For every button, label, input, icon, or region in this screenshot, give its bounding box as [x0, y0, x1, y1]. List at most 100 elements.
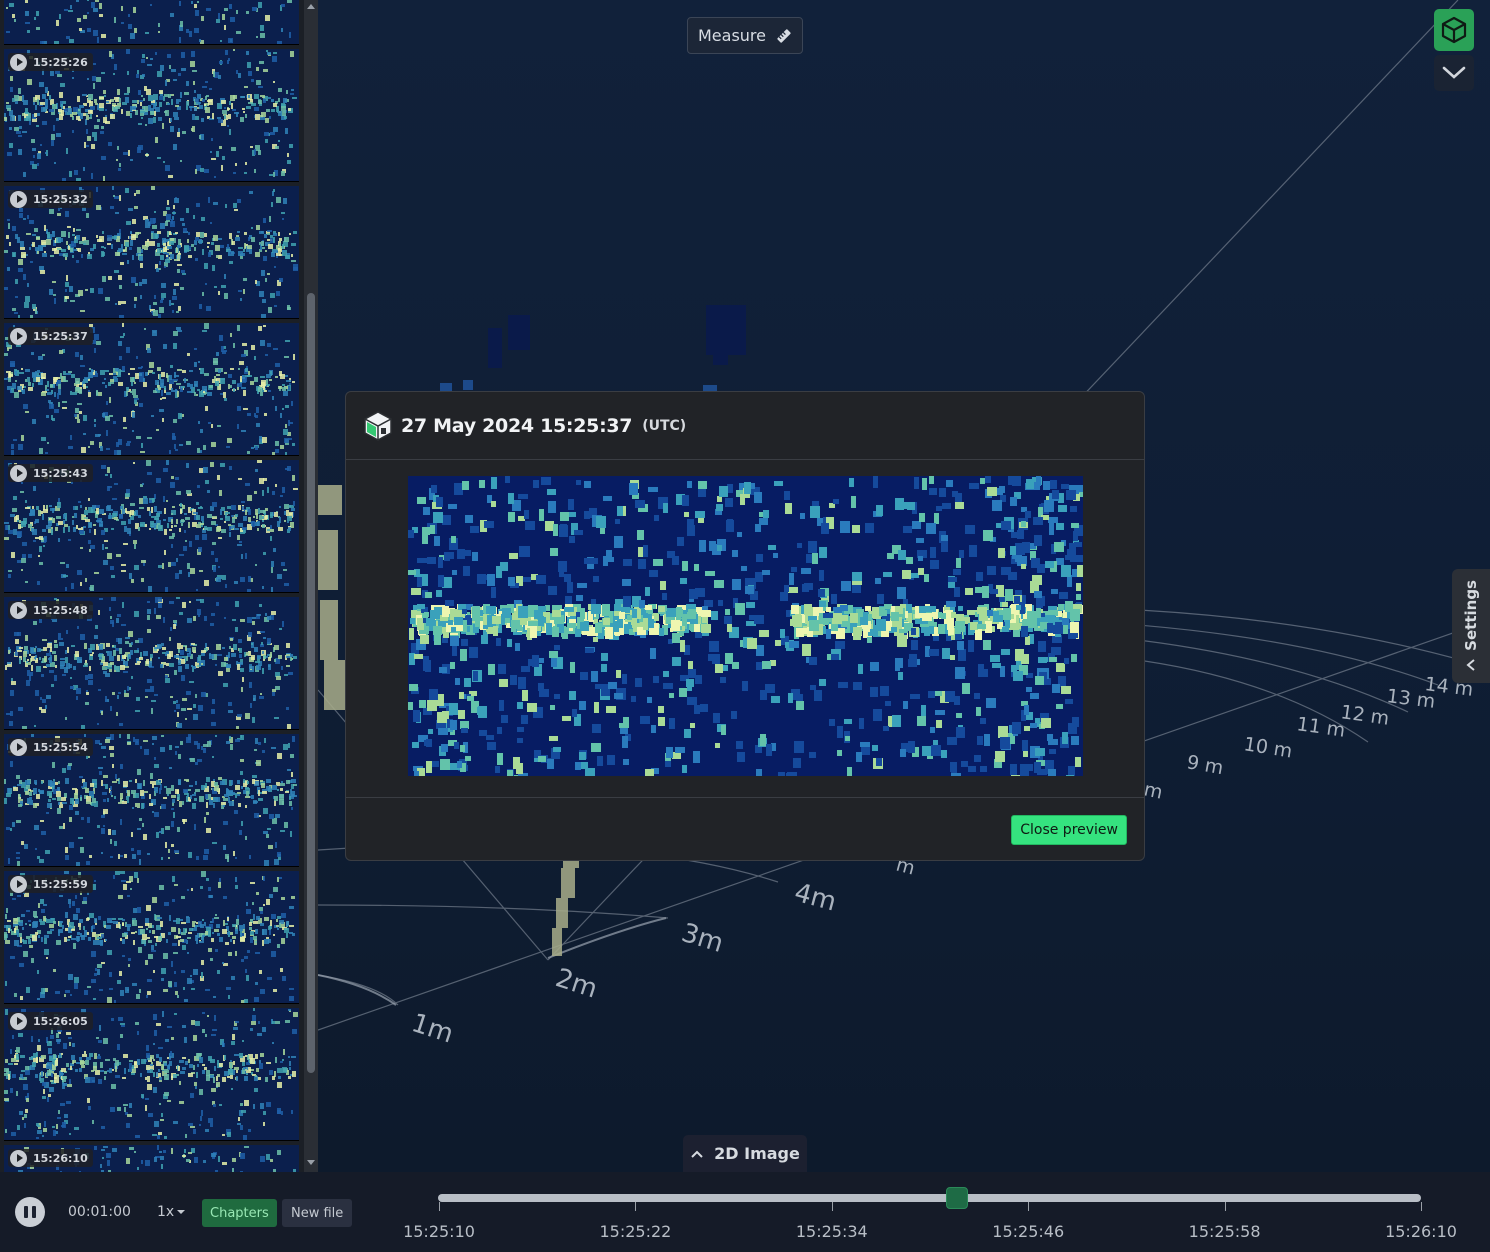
pause-icon: [24, 1206, 28, 1218]
measure-button[interactable]: Measure: [687, 17, 803, 54]
timestamp-label: 15:25:37: [33, 329, 88, 343]
thumbnail-timestamp[interactable]: 15:26:10: [8, 1149, 93, 1167]
play-icon[interactable]: [10, 1149, 27, 1167]
timeline-handle[interactable]: [946, 1187, 969, 1209]
view-options-button[interactable]: [1434, 55, 1474, 91]
preview-modal: 27 May 2024 15:25:37 (UTC) Close preview: [345, 391, 1145, 861]
thumbnail-image: [6, 0, 292, 44]
modal-header: 27 May 2024 15:25:37 (UTC): [346, 392, 1144, 460]
thumbnail-timestamp[interactable]: 15:25:54: [8, 738, 93, 756]
radar-heatmap-image: [408, 476, 1083, 776]
timeline-tick: [1224, 1202, 1226, 1211]
distance-label: 12 m: [1339, 701, 1390, 730]
timeline-tick-label: 15:25:34: [795, 1222, 868, 1241]
cube-icon: [1441, 16, 1467, 44]
3d-view-button[interactable]: [1434, 9, 1474, 51]
thumbnail-item[interactable]: 15:25:54: [4, 734, 299, 867]
thumbnail-timestamp[interactable]: 15:25:48: [8, 601, 93, 619]
measure-label: Measure: [698, 26, 766, 45]
thumbnail-timestamp[interactable]: 15:25:26: [8, 53, 93, 71]
distance-label: 10 m: [1242, 733, 1294, 762]
settings-label: Settings: [1462, 579, 1480, 651]
thumbnail-sidebar: 15:25:26 15:25:32 15:25:37 15:25:43 15:25:48…: [0, 0, 318, 1172]
thumbnail-item[interactable]: 15:26:05: [4, 1008, 299, 1141]
2d-image-label: 2D Image: [714, 1144, 800, 1163]
distance-label: 2m: [552, 963, 601, 1004]
chevron-down-icon: [1442, 66, 1466, 79]
modal-timezone: (UTC): [642, 417, 687, 434]
timestamp-label: 15:26:05: [33, 1014, 88, 1028]
play-icon[interactable]: [10, 875, 27, 893]
thumbnail-timestamp[interactable]: 15:25:37: [8, 327, 93, 345]
scrollbar-thumb[interactable]: [307, 293, 315, 1073]
thumbnail-timestamp[interactable]: 15:25:59: [8, 875, 93, 893]
caret-down-icon: [177, 1210, 186, 1214]
thumbnail-item[interactable]: 15:25:37: [4, 323, 299, 456]
distance-label: 11 m: [1295, 713, 1346, 742]
playback-speed-select[interactable]: 1x: [157, 1204, 186, 1220]
timeline-tick-label: 15:25:22: [599, 1222, 672, 1241]
modal-footer: Close preview: [346, 798, 1144, 860]
close-preview-button[interactable]: Close preview: [1011, 815, 1127, 845]
thumbnail-item[interactable]: 15:25:43: [4, 460, 299, 593]
timeline-tick: [831, 1202, 833, 1211]
sensor-cube-icon: [364, 410, 392, 441]
timeline-tick: [1421, 1202, 1422, 1211]
scroll-down-arrow[interactable]: [307, 1160, 315, 1165]
timestamp-label: 15:25:26: [33, 55, 88, 69]
chevron-up-icon: [691, 1150, 703, 1158]
modal-body: [346, 460, 1144, 798]
timestamp-label: 15:26:10: [33, 1151, 88, 1165]
thumbnail-item[interactable]: 15:25:32: [4, 186, 299, 319]
timeline-tick-label: 15:25:46: [992, 1222, 1065, 1241]
thumbnail-timestamp[interactable]: 15:26:05: [8, 1012, 93, 1030]
scroll-up-arrow[interactable]: [307, 4, 315, 9]
play-icon[interactable]: [10, 738, 27, 756]
speed-value: 1x: [157, 1204, 175, 1220]
timestamp-label: 15:25:48: [33, 603, 88, 617]
play-icon[interactable]: [10, 53, 27, 71]
chapters-button[interactable]: Chapters: [202, 1199, 277, 1227]
elapsed-time: 00:01:00: [68, 1204, 131, 1220]
timestamp-label: 15:25:54: [33, 740, 88, 754]
thumbnail-list: 15:25:26 15:25:32 15:25:37 15:25:43 15:25:48…: [4, 0, 300, 1172]
2d-image-toggle[interactable]: 2D Image: [683, 1135, 807, 1172]
pause-icon-bar: [32, 1206, 36, 1218]
thumbnail-timestamp[interactable]: 15:25:43: [8, 464, 93, 482]
play-icon[interactable]: [10, 464, 27, 482]
timeline-tick-label: 15:25:58: [1188, 1222, 1261, 1241]
distance-label: 3m: [678, 918, 727, 959]
timeline-tick-label: 15:25:10: [403, 1222, 475, 1241]
timeline-tick-label: 15:26:10: [1385, 1222, 1457, 1241]
thumbnail-timestamp[interactable]: 15:25:32: [8, 190, 93, 208]
timestamp-label: 15:25:43: [33, 466, 88, 480]
timeline-tick: [1028, 1202, 1030, 1211]
play-icon[interactable]: [10, 327, 27, 345]
thumbnail-item[interactable]: 15:25:48: [4, 597, 299, 730]
thumbnail-item[interactable]: 15:25:26: [4, 49, 299, 182]
play-icon[interactable]: [10, 190, 27, 208]
thumbnail-item[interactable]: 15:26:10: [4, 1145, 299, 1172]
player-bar: 00:01:00 1x Chapters New file 15:25:10 15…: [0, 1172, 1490, 1252]
distance-label: 9 m: [1185, 751, 1225, 779]
distance-label: 4m: [791, 878, 839, 918]
thumbnail-item[interactable]: [4, 0, 299, 45]
distance-label: 1m: [408, 1008, 457, 1049]
timestamp-label: 15:25:59: [33, 877, 88, 891]
app-root: 15:25:26 15:25:32 15:25:37 15:25:43 15:25:48…: [0, 0, 1490, 1252]
modal-title: 27 May 2024 15:25:37: [401, 414, 633, 437]
play-icon[interactable]: [10, 1012, 27, 1030]
sidebar-scrollbar[interactable]: [304, 0, 318, 1172]
chevron-left-icon: [1466, 659, 1475, 672]
pause-button[interactable]: [15, 1197, 45, 1227]
timestamp-label: 15:25:32: [33, 192, 88, 206]
timeline-slider[interactable]: [438, 1187, 1421, 1209]
ruler-icon: [777, 28, 791, 43]
new-file-button[interactable]: New file: [282, 1199, 353, 1227]
thumbnail-item[interactable]: 15:25:59: [4, 871, 299, 1004]
timeline-tick: [439, 1202, 440, 1211]
settings-tab[interactable]: Settings: [1452, 569, 1490, 683]
distance-label: m: [1142, 778, 1165, 803]
timeline-tick: [635, 1202, 637, 1211]
play-icon[interactable]: [10, 601, 27, 619]
